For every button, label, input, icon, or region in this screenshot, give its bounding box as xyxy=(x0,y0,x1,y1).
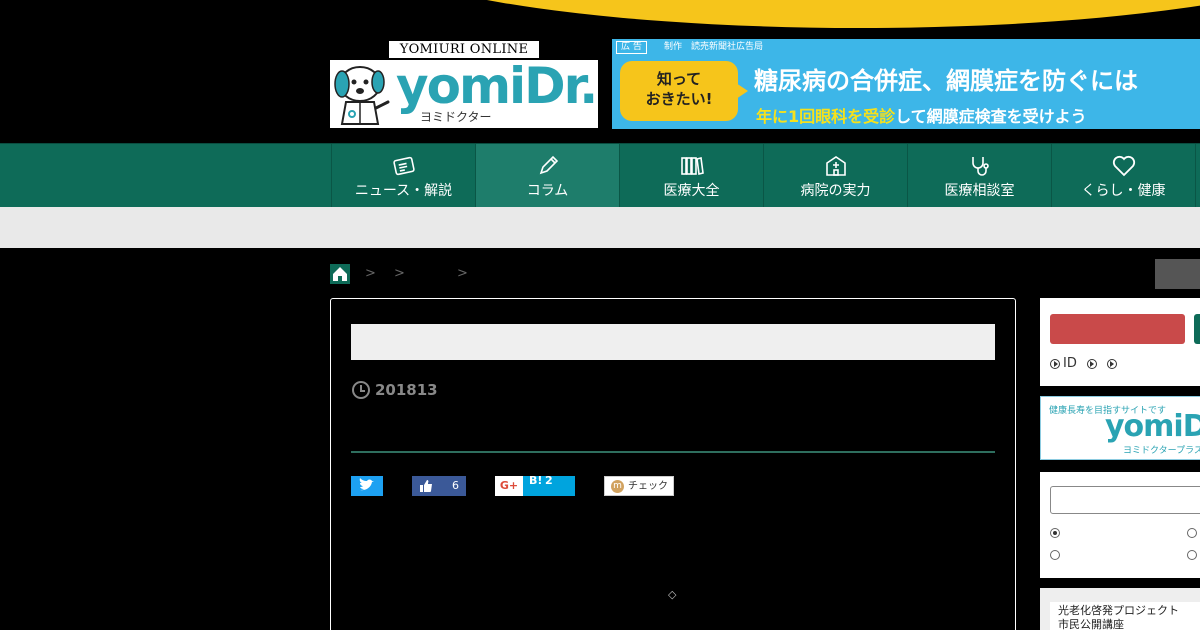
article-date: 201813 xyxy=(352,381,438,399)
ad-tag: 広 告 xyxy=(616,41,647,54)
dog-doctor-icon xyxy=(334,66,390,125)
nav-item-column[interactable]: コラム xyxy=(475,144,619,207)
breadcrumb-separator: > xyxy=(365,266,376,281)
promo-card[interactable]: 光老化啓発プロジェクト 市民公開講座 xyxy=(1050,602,1200,630)
content-marker: ◇ xyxy=(668,588,677,601)
main-nav: ニュース・解説 コラム 医療大全 病院の実力 医療相談室 くらし・健康 xyxy=(0,143,1200,207)
arrow-circle-icon[interactable] xyxy=(1106,358,1117,369)
ad-sub-highlight: 年に1回眼科を受診 xyxy=(756,107,896,126)
nav-label: 病院の実力 xyxy=(800,183,871,199)
search-scope-radio[interactable] xyxy=(1187,528,1197,538)
promo-line-2: 市民公開講座 xyxy=(1058,618,1124,630)
header-search-button[interactable] xyxy=(1155,259,1200,289)
nav-item-lifestyle[interactable]: くらし・健康 xyxy=(1051,144,1195,207)
ad-headline: 糖尿病の合併症、網膜症を防ぐには xyxy=(754,67,1138,95)
sub-nav-bar xyxy=(0,207,1200,248)
nav-label: 医療大全 xyxy=(663,183,720,199)
mixi-check-label: チェック xyxy=(628,481,668,492)
sidebar-login-box: ID xyxy=(1040,298,1200,386)
nav-item-encyclopedia[interactable]: 医療大全 xyxy=(619,144,763,207)
banner-ad[interactable]: 広 告 制作 読売新聞社広告局 知って おきたい! 糖尿病の合併症、網膜症を防ぐ… xyxy=(612,39,1200,129)
ad-subline: 年に1回眼科を受診して網膜症検査を受けよう xyxy=(756,103,1087,127)
heart-icon xyxy=(1112,155,1136,177)
hatena-bookmark-button[interactable]: B! 2 xyxy=(523,474,575,496)
ad-bubble-text: 知って おきたい! xyxy=(645,70,713,108)
ad-credit: 制作 読売新聞社広告局 xyxy=(664,42,764,52)
twitter-share-button[interactable] xyxy=(351,476,383,496)
newspaper-icon xyxy=(393,156,415,176)
yomidr-kana: ヨミドクター xyxy=(420,110,492,124)
ad-sub-rest: して網膜症検査を受けよう xyxy=(895,107,1087,126)
nav-label: 医療相談室 xyxy=(944,183,1015,199)
yomidr-wordmark: yomiDr. xyxy=(396,57,598,115)
top-yellow-arc xyxy=(350,0,1200,28)
login-links: ID xyxy=(1050,356,1117,371)
search-scope-radio[interactable] xyxy=(1050,550,1060,560)
home-icon xyxy=(333,267,347,281)
article-card: 201813 6 G+ B! 2 m チェック ◇ xyxy=(330,298,1016,630)
breadcrumb-separator: > xyxy=(394,266,405,281)
id-link-label: ID xyxy=(1063,356,1077,371)
article-date-text: 201813 xyxy=(375,381,438,399)
nav-item-consultation[interactable]: 医療相談室 xyxy=(907,144,1051,207)
hatena-count: 2 xyxy=(545,474,553,487)
mixi-icon: m xyxy=(611,480,624,493)
ad-bubble: 知って おきたい! xyxy=(620,61,748,121)
page: YOMIURI ONLINE yomiDr. ヨミドクター 広 告 制作 読売新… xyxy=(0,0,1200,630)
id-link[interactable]: ID xyxy=(1050,356,1077,371)
nav-item-hospital[interactable]: 病院の実力 xyxy=(763,144,907,207)
yomidr-logo[interactable]: yomiDr. ヨミドクター xyxy=(330,57,598,128)
sidebar-search-input[interactable] xyxy=(1050,486,1200,514)
yomidr-plus-banner[interactable]: 健康長寿を目指すサイトです yomiDr. ヨミドクタープラス xyxy=(1040,396,1200,460)
stethoscope-icon xyxy=(972,157,989,176)
promo-line-1: 光老化啓発プロジェクト xyxy=(1058,604,1179,617)
hatena-label: B! xyxy=(529,474,543,487)
login-button[interactable] xyxy=(1050,314,1185,344)
article-divider xyxy=(351,451,995,453)
nav-label: コラム xyxy=(526,183,569,199)
search-scope-radio[interactable] xyxy=(1187,550,1197,560)
plus-wordmark: yomiDr. xyxy=(1105,409,1200,444)
plus-kana: ヨミドクタープラス xyxy=(1123,446,1200,456)
google-plus-button[interactable]: G+ xyxy=(495,476,523,496)
facebook-like-button[interactable]: 6 xyxy=(412,476,466,496)
sidebar-search-box xyxy=(1040,472,1200,578)
books-icon xyxy=(681,157,704,175)
sidebar-promo: 光老化啓発プロジェクト 市民公開講座 xyxy=(1040,588,1200,630)
facebook-like-count: 6 xyxy=(452,479,459,492)
clock-icon xyxy=(352,381,370,399)
nav-label: ニュース・解説 xyxy=(354,183,453,199)
nav-item-news[interactable]: ニュース・解説 xyxy=(331,144,475,207)
breadcrumb-separator: > xyxy=(457,266,468,281)
arrow-circle-icon xyxy=(1050,358,1060,369)
mixi-check-button[interactable]: m チェック xyxy=(604,476,674,496)
register-button[interactable] xyxy=(1194,314,1200,344)
twitter-icon xyxy=(359,478,374,491)
arrow-circle-icon[interactable] xyxy=(1086,358,1097,369)
nav-item-edge xyxy=(1195,144,1200,207)
hospital-icon xyxy=(826,156,846,176)
nav-label: くらし・健康 xyxy=(1081,183,1166,199)
pencil-icon xyxy=(539,155,559,175)
google-plus-label: G+ xyxy=(499,479,519,492)
thumbs-up-icon xyxy=(420,480,432,492)
search-scope-radio[interactable] xyxy=(1050,528,1060,538)
breadcrumb-home-link[interactable] xyxy=(330,264,350,284)
article-title-bar xyxy=(351,324,995,360)
